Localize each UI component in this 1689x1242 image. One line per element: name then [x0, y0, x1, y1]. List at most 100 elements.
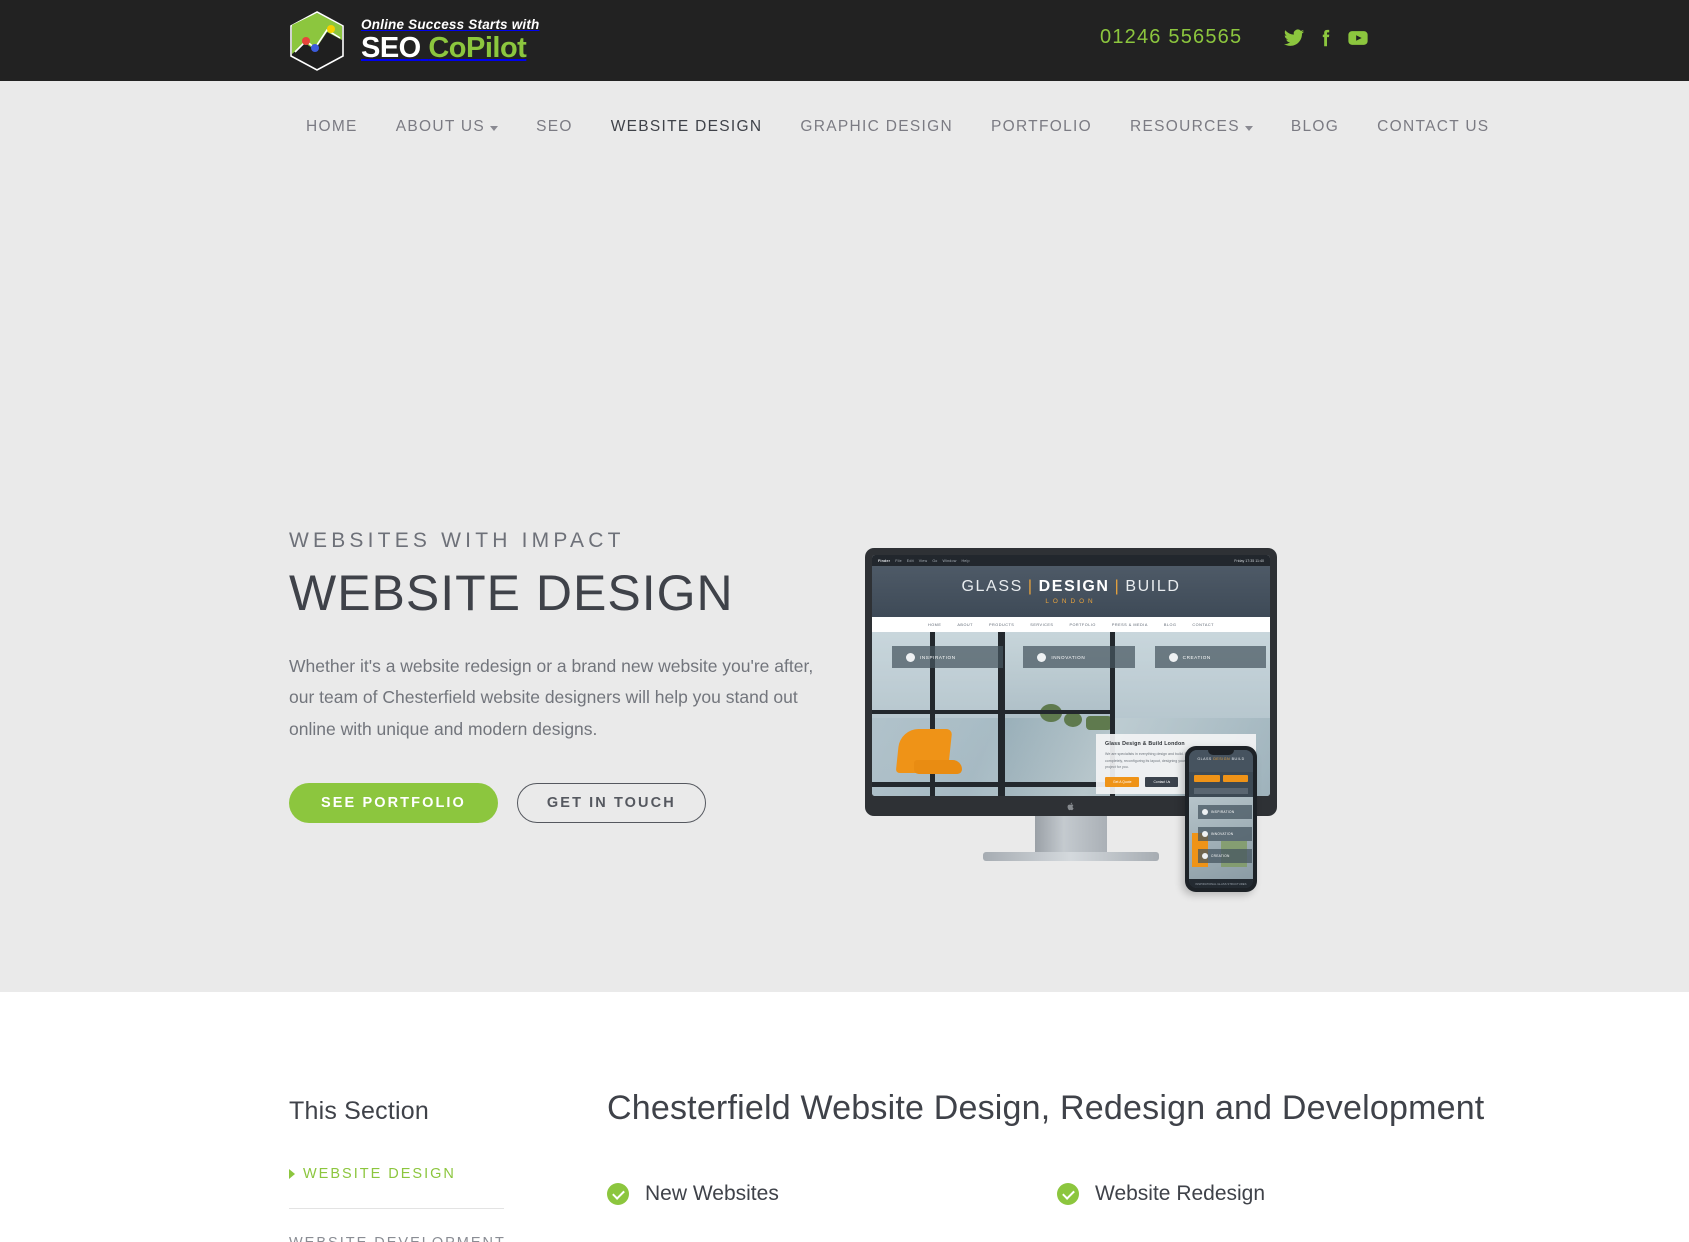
nav-item-seo[interactable]: SEO — [517, 118, 592, 136]
chevron-circle-icon — [1202, 831, 1208, 837]
phone-pill-label: INNOVATION — [1211, 832, 1234, 836]
nav-item-about-us[interactable]: ABOUT US — [377, 118, 517, 136]
top-bar-right: 01246 556565 — [1000, 0, 1689, 81]
logo-tagline: Online Success Starts with — [361, 17, 540, 33]
phone-site-title: GLASS DESIGN BUILD — [1189, 757, 1253, 761]
title-separator: | — [1114, 578, 1121, 595]
logo-pilot-text: Pilot — [465, 31, 527, 64]
chevron-circle-icon — [906, 652, 915, 662]
hero-button-row: SEE PORTFOLIO GET IN TOUCH — [289, 782, 849, 823]
phone-pill: INSPIRATION — [1198, 805, 1252, 819]
mockup-title-design: DESIGN — [1038, 578, 1110, 595]
phone-pill-label: CREATION — [1211, 854, 1230, 858]
mockup-nav-item: BLOG — [1163, 622, 1177, 627]
social-links — [1283, 27, 1369, 49]
nav-item-graphic-design[interactable]: GRAPHIC DESIGN — [781, 118, 972, 136]
apple-logo-icon — [1067, 802, 1074, 810]
nav-label: BLOG — [1290, 117, 1340, 135]
monitor-stand-base — [983, 852, 1159, 861]
sidebar-item-website-design[interactable]: WEBSITE DESIGN — [289, 1166, 504, 1209]
nav-label: HOME — [306, 117, 358, 135]
nav-label: PORTFOLIO — [990, 117, 1092, 135]
twitter-icon[interactable] — [1283, 27, 1305, 49]
mac-menu-item: Window — [942, 558, 957, 563]
sidebar-item-label: WEBSITE DEVELOPMENT — [289, 1235, 506, 1242]
mockup-pill: INSPIRATION — [892, 646, 1004, 668]
page-title: WEBSITE DESIGN — [289, 565, 734, 621]
list-item: Website Redesign — [1057, 1182, 1507, 1206]
nav-item-contact-us[interactable]: CONTACT US — [1358, 118, 1508, 136]
list-item: New Websites — [607, 1182, 1057, 1206]
check-circle-icon — [1057, 1183, 1079, 1206]
title-separator: | — [1027, 578, 1034, 595]
phone-cta-button — [1222, 775, 1248, 782]
hero-text-block: WEBSITES WITH IMPACT WEBSITE DESIGN Whet… — [289, 529, 849, 823]
pill-label: CREATION — [1182, 654, 1211, 660]
phone-nav-strip — [1194, 788, 1248, 794]
nav-label: SEO — [536, 117, 573, 135]
nav-item-portfolio[interactable]: PORTFOLIO — [972, 118, 1111, 136]
phone-notch — [1208, 750, 1234, 755]
phone-title-glass: GLASS — [1197, 757, 1212, 761]
mockup-nav-item: SERVICES — [1030, 622, 1054, 627]
mac-menu-item: View — [918, 558, 928, 563]
nav-label: CONTACT US — [1377, 117, 1490, 135]
phone-hero-image: INSPIRATION INNOVATION CREATION — [1189, 797, 1253, 881]
orange-chair-seat — [914, 760, 962, 774]
phone-footer-text: INSPIRATIONAL GLASS STRUCTURES — [1195, 881, 1247, 886]
foliage — [1064, 712, 1082, 727]
monitor-stand-neck — [1035, 816, 1107, 854]
lower-content-section: This Section WEBSITE DESIGN WEBSITE DEVE… — [0, 992, 1689, 1242]
chevron-circle-icon — [1168, 652, 1178, 662]
chevron-circle-icon — [1202, 853, 1208, 859]
mockup-site-header: GLASS | DESIGN | BUILD LONDON — [872, 566, 1270, 617]
phone-pill: INNOVATION — [1198, 827, 1252, 841]
feature-list: New Websites Website Redesign — [607, 1182, 1507, 1206]
youtube-icon[interactable] — [1347, 27, 1369, 49]
chevron-circle-icon — [1202, 809, 1208, 815]
contact-us-button: Contact Us — [1145, 777, 1179, 787]
nav-item-resources[interactable]: RESOURCES — [1111, 118, 1272, 136]
logo-text-block: Online Success Starts with SEO CoPilot — [361, 18, 540, 63]
main-nav: HOME ABOUT US SEO WEBSITE DESIGN GRAPHIC… — [287, 118, 1508, 136]
section-heading: Chesterfield Website Design, Redesign an… — [607, 1089, 1485, 1127]
phone-number[interactable]: 01246 556565 — [1100, 26, 1242, 49]
mockup-nav-item: ABOUT — [957, 622, 973, 627]
top-bar: Online Success Starts with SEO CoPilot 0… — [0, 0, 1689, 81]
mac-menu-bar: Finder File Edit View Go Window Help Fri… — [872, 555, 1270, 566]
hero-section: WEBSITES WITH IMPACT WEBSITE DESIGN Whet… — [0, 172, 1689, 992]
mac-menu-item: Go — [932, 558, 938, 563]
sidebar-item-website-development[interactable]: WEBSITE DEVELOPMENT — [289, 1235, 504, 1242]
logo-co-text: Co — [428, 31, 466, 64]
logo-seo-text: SEO — [361, 31, 421, 64]
get-a-quote-button: Get A Quote — [1105, 777, 1140, 787]
sidebar-item-label: WEBSITE DESIGN — [303, 1166, 456, 1182]
facebook-icon[interactable] — [1315, 27, 1337, 49]
chevron-down-icon — [490, 126, 499, 131]
hero-kicker: WEBSITES WITH IMPACT — [289, 529, 625, 552]
phone-site-footer: INSPIRATIONAL GLASS STRUCTURES — [1189, 879, 1253, 888]
mac-menu-item: File — [895, 558, 902, 563]
pill-label: INNOVATION — [1051, 654, 1086, 660]
get-in-touch-button[interactable]: GET IN TOUCH — [516, 782, 706, 823]
nav-item-home[interactable]: HOME — [287, 118, 377, 136]
phone-screen: GLASS DESIGN BUILD INSPIRATION INNOVATIO… — [1189, 750, 1253, 888]
mockup-title-build: BUILD — [1125, 578, 1181, 595]
phone-title-build: BUILD — [1231, 757, 1245, 761]
mac-menu-item: Edit — [906, 558, 914, 563]
site-logo[interactable]: Online Success Starts with SEO CoPilot — [287, 10, 540, 72]
logo-wordmark: SEO CoPilot — [361, 31, 540, 64]
feature-label: Website Redesign — [1095, 1182, 1266, 1206]
window-transom — [872, 710, 1112, 714]
mockup-nav-item: PRESS & MEDIA — [1111, 622, 1148, 627]
hero-paragraph: Whether it's a website redesign or a bra… — [289, 656, 814, 739]
nav-label: RESOURCES — [1129, 117, 1240, 135]
phone-cta-button — [1194, 775, 1220, 782]
mac-clock: Friday 17:35 11:40 — [1234, 558, 1264, 563]
see-portfolio-button[interactable]: SEE PORTFOLIO — [289, 782, 498, 823]
nav-item-website-design[interactable]: WEBSITE DESIGN — [592, 118, 782, 136]
mockup-nav-item: CONTACT — [1192, 622, 1214, 627]
nav-item-blog[interactable]: BLOG — [1272, 118, 1358, 136]
mac-menu-item: Help — [961, 558, 970, 563]
mockup-title-glass: GLASS — [961, 578, 1023, 595]
